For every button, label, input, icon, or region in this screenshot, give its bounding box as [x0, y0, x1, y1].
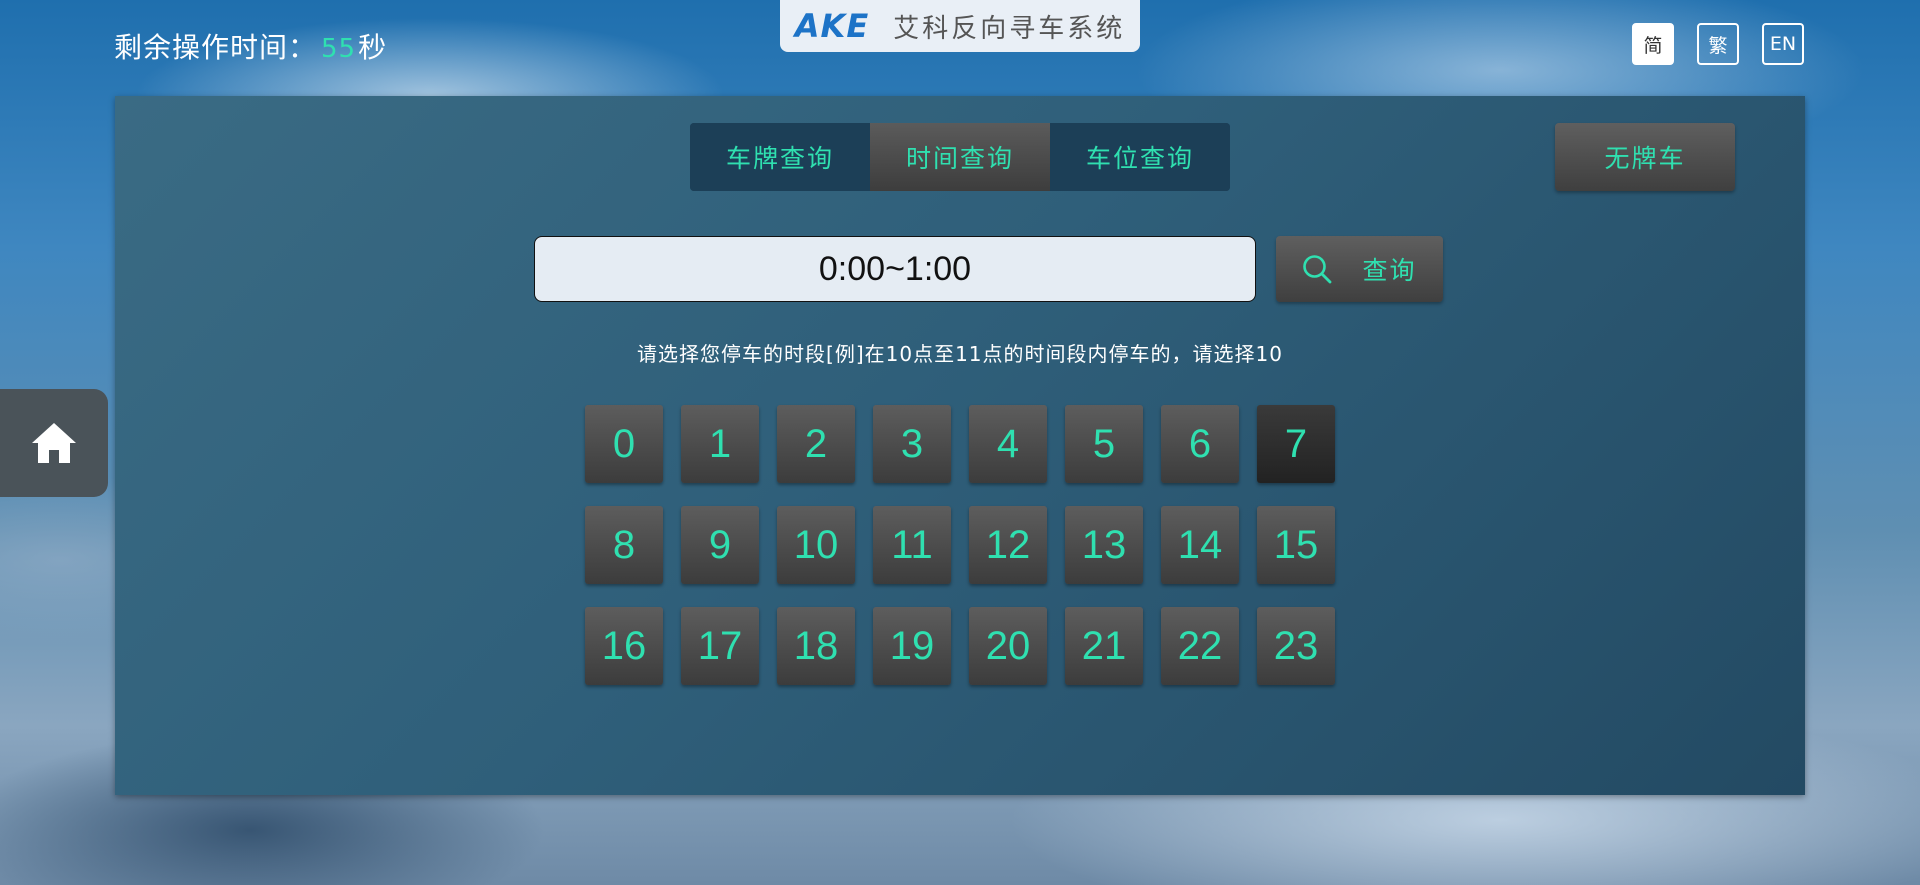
hour-button-0[interactable]: 0: [585, 405, 663, 483]
hour-button-7[interactable]: 7: [1257, 405, 1335, 483]
timer-seconds: 55: [321, 34, 357, 64]
time-range-input[interactable]: [534, 236, 1256, 302]
search-icon: [1303, 255, 1332, 284]
hour-button-22[interactable]: 22: [1161, 607, 1239, 685]
language-switcher: 简 繁 EN: [1632, 23, 1804, 65]
tab-plate-query[interactable]: 车牌查询: [690, 123, 870, 191]
hour-button-21[interactable]: 21: [1065, 607, 1143, 685]
lang-button-english[interactable]: EN: [1762, 23, 1804, 65]
remaining-time-label: 剩余操作时间： 55秒: [114, 26, 387, 66]
hour-button-5[interactable]: 5: [1065, 405, 1143, 483]
tab-space-query[interactable]: 车位查询: [1050, 123, 1230, 191]
hour-button-19[interactable]: 19: [873, 607, 951, 685]
hour-button-8[interactable]: 8: [585, 506, 663, 584]
query-button-label: 查询: [1362, 256, 1417, 285]
hint-text: 请选择您停车的时段[例]在10点至11点的时间段内停车的，请选择10: [637, 342, 1283, 366]
hour-button-3[interactable]: 3: [873, 405, 951, 483]
hour-button-12[interactable]: 12: [969, 506, 1047, 584]
query-button[interactable]: 查询: [1276, 236, 1443, 302]
main-panel: 车牌查询 时间查询 车位查询 无牌车 查询 请选择您停车的时段[例]在10点至1…: [115, 96, 1805, 795]
hour-button-15[interactable]: 15: [1257, 506, 1335, 584]
hour-button-9[interactable]: 9: [681, 506, 759, 584]
hour-button-18[interactable]: 18: [777, 607, 855, 685]
hour-button-6[interactable]: 6: [1161, 405, 1239, 483]
tab-time-query[interactable]: 时间查询: [870, 123, 1050, 191]
hour-button-23[interactable]: 23: [1257, 607, 1335, 685]
home-icon: [32, 423, 76, 463]
hour-button-14[interactable]: 14: [1161, 506, 1239, 584]
hour-button-2[interactable]: 2: [777, 405, 855, 483]
hour-grid: 0 1 2 3 4 5 6 7 8 9 10 11 12 13 14 15 16…: [585, 405, 1335, 685]
home-button[interactable]: [0, 389, 108, 497]
hour-button-17[interactable]: 17: [681, 607, 759, 685]
lang-button-traditional[interactable]: 繁: [1697, 23, 1739, 65]
hour-button-16[interactable]: 16: [585, 607, 663, 685]
brand-logo: AKE: [794, 7, 870, 45]
hour-button-11[interactable]: 11: [873, 506, 951, 584]
timer-unit: 秒: [358, 31, 388, 64]
hour-button-1[interactable]: 1: [681, 405, 759, 483]
hour-button-20[interactable]: 20: [969, 607, 1047, 685]
brand-name: 艾科反向寻车系统: [893, 13, 1126, 44]
hour-button-13[interactable]: 13: [1065, 506, 1143, 584]
query-tabs: 车牌查询 时间查询 车位查询: [690, 123, 1230, 191]
brand-banner: AKE 艾科反向寻车系统: [780, 0, 1140, 52]
lang-button-simplified[interactable]: 简: [1632, 23, 1674, 65]
no-plate-button[interactable]: 无牌车: [1555, 123, 1735, 191]
timer-label: 剩余操作时间：: [114, 31, 318, 64]
hour-button-4[interactable]: 4: [969, 405, 1047, 483]
hour-button-10[interactable]: 10: [777, 506, 855, 584]
